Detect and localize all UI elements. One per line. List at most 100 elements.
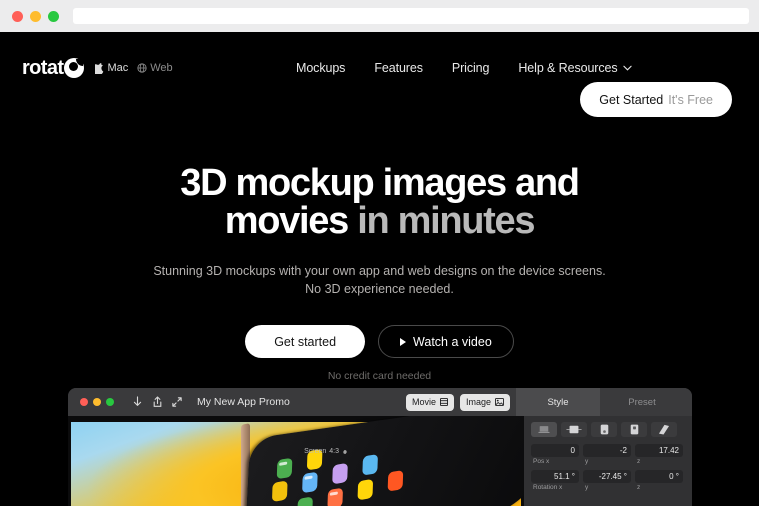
image-mode-label: Image — [465, 397, 491, 407]
platform-web-label: Web — [150, 62, 173, 74]
browser-url-bar[interactable] — [73, 8, 749, 24]
nav-item-features[interactable]: Features — [374, 61, 423, 75]
brand-logo[interactable]: rotat Mac Web — [0, 57, 173, 80]
screen-ratio-indicator[interactable]: Screen 4:3 — [304, 448, 348, 455]
watch-a-video-label: Watch a video — [413, 334, 492, 349]
properties-panel: 0 -2 17.42 Pos x y z 51.1 ° -27.45 ° 0 °… — [524, 416, 692, 506]
browser-traffic-lights — [0, 10, 59, 22]
app-icon-tile — [297, 496, 313, 506]
app-document-title: My New App Promo — [197, 396, 290, 408]
browser-close-button[interactable] — [12, 10, 23, 22]
position-x-label: Pos x — [533, 458, 550, 465]
hero-cta-row: Get started Watch a video — [0, 325, 759, 359]
platform-mac[interactable]: Mac — [95, 62, 128, 74]
rotation-y-label: y — [585, 484, 589, 491]
nav-label-features: Features — [374, 61, 423, 75]
tab-style-label: Style — [547, 396, 569, 408]
chevron-down-icon — [622, 65, 632, 71]
rotation-labels: Rotation x y z — [531, 484, 685, 491]
tab-style[interactable]: Style — [516, 388, 600, 416]
app-icon-tile — [332, 462, 348, 485]
app-icon-tile — [357, 478, 374, 501]
app-maximize-button[interactable] — [106, 398, 114, 406]
watch-a-video-button[interactable]: Watch a video — [378, 325, 514, 359]
headline-line-2-strong: movies — [224, 200, 358, 242]
globe-icon — [137, 63, 147, 73]
position-fields: 0 -2 17.42 — [531, 444, 685, 457]
get-started-hero-label: Get started — [274, 334, 337, 349]
rotation-z-label: z — [637, 484, 641, 491]
tablet-landscape-icon[interactable] — [561, 422, 587, 437]
phone-icon[interactable] — [591, 422, 617, 437]
position-z-label: z — [637, 458, 641, 465]
collapse-arrows-icon[interactable] — [167, 392, 187, 412]
nav-item-help-resources[interactable]: Help & Resources — [518, 61, 632, 75]
nav-label-pricing: Pricing — [451, 61, 490, 75]
rotation-fields: 51.1 ° -27.45 ° 0 ° — [531, 470, 685, 483]
website-page: rotat Mac Web Mockups Features Pricing H… — [0, 32, 759, 506]
brand-name: rotat — [22, 56, 64, 79]
hero-section: 3D mockup images and movies in minutes S… — [0, 104, 759, 382]
download-icon[interactable] — [127, 392, 147, 412]
app-mockup-window: My New App Promo Movie Image Style Prese… — [68, 388, 692, 506]
link-icon — [343, 449, 347, 454]
headline-line-1: 3D mockup images and — [180, 162, 580, 204]
object-type-selector — [531, 422, 685, 437]
laptop-icon[interactable] — [531, 422, 557, 437]
mockup-scene — [71, 416, 524, 506]
hero-subheadline: Stunning 3D mockups with your own app an… — [153, 264, 606, 297]
platform-web[interactable]: Web — [137, 62, 173, 74]
apple-icon — [95, 62, 104, 74]
image-mode-button[interactable]: Image — [459, 393, 510, 411]
tab-preset[interactable]: Preset — [600, 388, 684, 416]
app-icon-tile — [276, 457, 293, 480]
app-traffic-lights — [76, 398, 127, 406]
nav-label-mockups: Mockups — [296, 61, 346, 75]
app-titlebar: My New App Promo Movie Image Style Prese… — [68, 388, 692, 416]
headline-line-2-muted: in minutes — [357, 200, 535, 242]
site-header: rotat Mac Web Mockups Features Pricing H… — [0, 32, 759, 117]
no-credit-card-note: No credit card needed — [327, 370, 432, 383]
position-z-input[interactable]: 17.42 — [635, 444, 683, 457]
app-icon-tile — [302, 471, 318, 494]
circle-logo-icon — [64, 58, 85, 78]
page-icon[interactable] — [651, 422, 677, 437]
app-toolbar-right: Movie Image Style Preset — [405, 388, 684, 416]
nav-item-pricing[interactable]: Pricing — [452, 61, 490, 75]
app-body: Screen 4:3 0 -2 17.42 Pos x y z 51.1 ° -… — [68, 416, 692, 506]
rotation-x-input[interactable]: 51.1 ° — [531, 470, 579, 483]
rotation-y-input[interactable]: -27.45 ° — [583, 470, 631, 483]
app-minimize-button[interactable] — [93, 398, 101, 406]
platform-mac-label: Mac — [107, 62, 129, 74]
browser-minimize-button[interactable] — [30, 10, 41, 22]
screen-label: Screen — [304, 448, 327, 455]
app-icon-tile — [271, 480, 288, 502]
position-labels: Pos x y z — [531, 458, 685, 465]
play-icon — [400, 337, 407, 346]
rotation-x-label: Rotation x — [533, 484, 563, 491]
app-icon-tile — [387, 470, 404, 492]
position-y-input[interactable]: -2 — [583, 444, 631, 457]
rotation-z-input[interactable]: 0 ° — [635, 470, 683, 483]
movie-icon — [439, 398, 448, 406]
position-y-label: y — [585, 458, 589, 465]
mockup-canvas[interactable]: Screen 4:3 — [68, 416, 524, 506]
page-title: 3D mockup images and movies in minutes — [0, 104, 759, 240]
share-icon[interactable] — [147, 392, 167, 412]
screen-ratio-value: 4:3 — [329, 448, 339, 455]
nav-label-help-resources: Help & Resources — [518, 61, 618, 75]
app-close-button[interactable] — [80, 398, 88, 406]
browser-maximize-button[interactable] — [48, 10, 59, 22]
movie-mode-label: Movie — [411, 397, 436, 407]
movie-mode-button[interactable]: Movie — [405, 393, 454, 411]
image-icon — [495, 398, 504, 406]
get-started-hero-button[interactable]: Get started — [245, 325, 366, 359]
tab-preset-label: Preset — [628, 396, 656, 408]
app-icon-tile — [327, 487, 344, 506]
platform-badges: Mac Web — [95, 62, 173, 74]
nav-item-mockups[interactable]: Mockups — [296, 61, 345, 75]
app-icon-tile — [362, 454, 378, 476]
position-x-input[interactable]: 0 — [531, 444, 579, 457]
browser-chrome — [0, 0, 759, 32]
tablet-icon[interactable] — [621, 422, 647, 437]
